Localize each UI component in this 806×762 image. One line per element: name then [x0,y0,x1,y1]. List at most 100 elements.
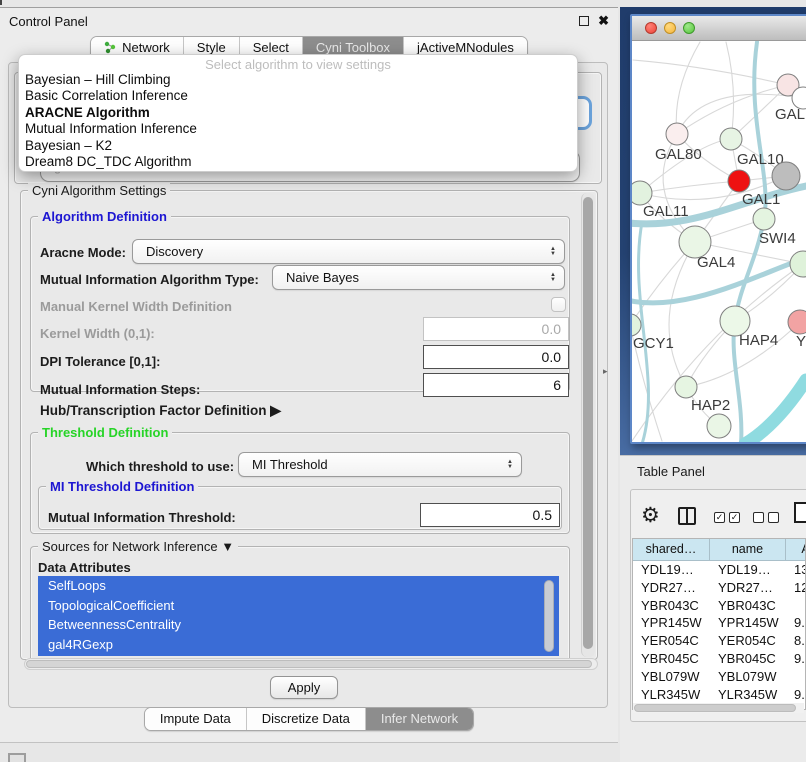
collapse-down-icon[interactable]: ▼ [221,539,234,554]
table-cell[interactable]: YBR043C [633,597,710,615]
table-row[interactable]: YBR043CYBR043C [633,597,805,615]
algorithm-option[interactable]: ARACNE Algorithm [19,105,577,121]
mi-steps-field[interactable]: 6 [423,373,569,397]
attributes-scrollbar-thumb[interactable] [544,580,554,652]
table-cell[interactable]: 12 [786,579,806,597]
apply-button[interactable]: Apply [270,676,338,699]
network-node[interactable] [720,128,742,150]
tab-infer-network[interactable]: Infer Network [365,708,473,730]
table-cell[interactable]: YPR145W [633,614,710,632]
column-header[interactable]: shared… [633,539,710,561]
deselect-all-checkbox-icon[interactable] [753,512,764,523]
float-panel-icon[interactable] [579,16,589,26]
network-node[interactable] [675,376,697,398]
aracne-mode-combo[interactable]: Discovery ▲▼ [132,239,565,264]
network-node[interactable] [753,208,775,230]
table-cell[interactable]: YBR043C [710,597,786,615]
table-cell[interactable]: YPR145W [710,614,786,632]
attribute-list-item[interactable]: BetweennessCentrality [38,615,559,635]
network-node[interactable] [772,162,800,190]
column-header[interactable]: name [710,539,786,561]
algorithm-option[interactable]: Mutual Information Inference [19,121,577,137]
table-row[interactable]: YPR145WYPR145W9. [633,614,805,632]
close-window-icon[interactable] [645,22,657,34]
select-all-checkbox-icon[interactable]: ✓ [729,512,740,523]
close-panel-icon[interactable]: ✖ [598,16,609,26]
tab-discretize-data[interactable]: Discretize Data [246,708,365,730]
tab-impute-data[interactable]: Impute Data [145,708,246,730]
network-window-titlebar[interactable] [632,16,806,41]
table-row[interactable]: YER054CYER054C8. [633,632,805,650]
control-panel-titlebar: Control Panel ✖ [0,10,618,32]
table-cell[interactable]: 13 [786,561,806,579]
table-cell[interactable]: YDR27… [710,579,786,597]
settings-hscrollbar-thumb[interactable] [26,660,592,668]
table-cell[interactable]: 9. [786,614,806,632]
algorithm-option[interactable]: Dream8 DC_TDC Algorithm [19,154,577,170]
combo-stepper-icon: ▲▼ [546,247,560,257]
columns-icon[interactable] [678,507,696,525]
network-node[interactable] [790,251,806,277]
zoom-window-icon[interactable] [683,22,695,34]
mi-algorithm-type-combo[interactable]: Naive Bayes ▲▼ [272,265,565,290]
deselect-all-checkbox-icon[interactable] [768,512,779,523]
table-row[interactable]: YLR345WYLR345W9. [633,686,805,704]
table-cell[interactable]: 8. [786,632,806,650]
node-label: HAP2 [691,397,730,414]
table-row[interactable]: YDR27…YDR27…12 [633,579,805,597]
table-cell[interactable]: YBL079W [710,668,786,686]
select-all-checkbox-icon[interactable]: ✓ [714,512,725,523]
attribute-list-item[interactable]: TopologicalCoefficient [38,596,559,616]
table-hscrollbar-thumb[interactable] [634,704,796,712]
table-cell[interactable]: 9. [786,686,806,704]
table-cell[interactable]: YDL19… [633,561,710,579]
table-cell[interactable] [786,597,806,615]
export-table-icon[interactable] [794,502,806,523]
sources-title[interactable]: Sources for Network Inference ▼ [38,539,238,554]
expand-right-icon[interactable]: ▶ [270,402,281,418]
dpi-tolerance-field[interactable]: 0.0 [423,345,569,369]
table-cell[interactable]: YLR345W [710,686,786,704]
table-cell[interactable]: YLR345W [633,686,710,704]
minimized-panel-icon[interactable] [8,753,26,762]
mi-threshold-field[interactable]: 0.5 [420,503,560,527]
node-label: Y [796,333,806,350]
gear-icon[interactable]: ⚙ [641,503,660,528]
network-edge [676,42,700,134]
table-cell[interactable]: YDL19… [710,561,786,579]
table-cell[interactable]: YDR27… [633,579,710,597]
which-threshold-combo[interactable]: MI Threshold ▲▼ [238,452,522,477]
manual-kernel-width-checkbox[interactable] [551,297,566,312]
hub-definition-label[interactable]: Hub/Transcription Factor Definition ▶ [40,402,281,419]
table-cell[interactable]: YBR045C [633,650,710,668]
algorithm-option[interactable]: Bayesian – K2 [19,138,577,154]
attribute-list-item[interactable]: gal4RGexp [38,635,559,655]
algorithm-option[interactable]: Basic Correlation Inference [19,88,577,104]
network-node[interactable] [666,123,688,145]
network-node[interactable] [632,181,652,205]
kernel-width-field[interactable]: 0.0 [423,317,569,341]
table-cell[interactable]: YER054C [710,632,786,650]
data-attributes-list[interactable]: SelfLoopsTopologicalCoefficientBetweenne… [38,576,559,656]
network-node[interactable] [728,170,750,192]
kernel-width-label: Kernel Width (0,1): [40,326,155,341]
minimize-window-icon[interactable] [664,22,676,34]
table-row[interactable]: YBL079WYBL079W [633,668,805,686]
column-header[interactable]: A [786,539,806,561]
table-cell[interactable]: YBL079W [633,668,710,686]
table-cell[interactable]: YBR045C [710,650,786,668]
settings-scrollbar-thumb[interactable] [583,197,593,649]
network-node[interactable] [632,314,641,336]
panel-divider-arrow-icon[interactable]: ▸ [603,366,608,377]
network-canvas[interactable]: GALGAL80GAL10GAL1GAL11SWI4GAL4GCY1HAP4YH… [632,41,806,442]
algorithm-option[interactable]: Bayesian – Hill Climbing [19,72,577,88]
table-cell[interactable]: YER054C [633,632,710,650]
table-cell[interactable]: 9. [786,650,806,668]
table-cell[interactable] [786,668,806,686]
table-row[interactable]: YDL19…YDL19…13 [633,561,805,579]
table-row[interactable]: YBR045CYBR045C9. [633,650,805,668]
network-node[interactable] [707,414,731,438]
attribute-list-item[interactable]: SelfLoops [38,576,559,596]
algorithm-dropdown-popup: Select algorithm to view settings Bayesi… [18,54,578,172]
node-label: HAP4 [739,332,778,349]
